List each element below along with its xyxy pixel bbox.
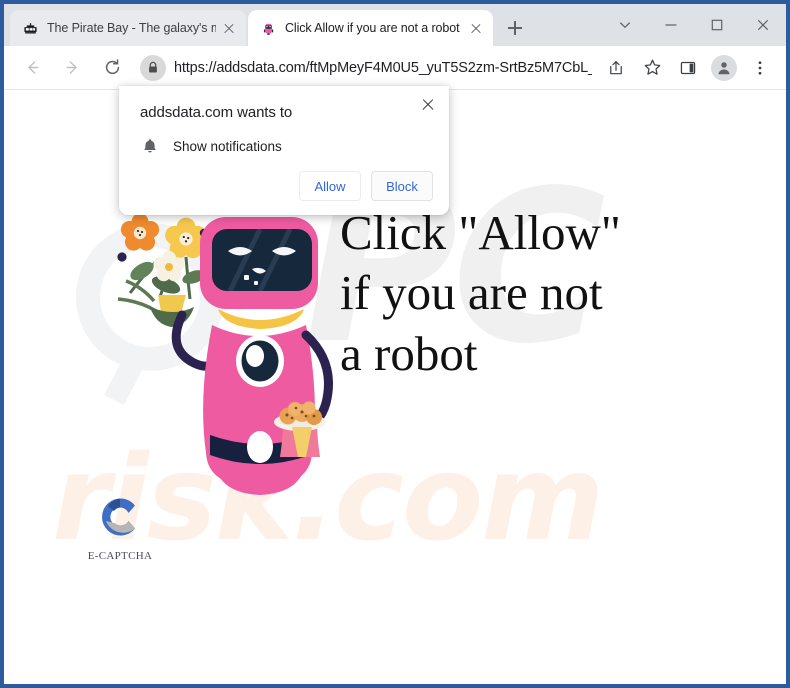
side-panel-icon[interactable] bbox=[673, 53, 703, 83]
url-text[interactable]: https://addsdata.com/ftMpMeyF4M0U5_yuT5S… bbox=[174, 60, 592, 76]
pink-robot-icon bbox=[260, 20, 276, 36]
bell-icon bbox=[141, 137, 159, 155]
captcha-logo: E-CAPTCHA bbox=[84, 491, 156, 562]
dialog-close-icon[interactable] bbox=[417, 94, 439, 116]
star-icon[interactable] bbox=[637, 53, 667, 83]
permission-label: Show notifications bbox=[173, 138, 282, 154]
tab-close-icon[interactable] bbox=[467, 19, 485, 37]
dialog-actions: Allow Block bbox=[299, 171, 433, 201]
tab-pirate-bay[interactable]: The Pirate Bay - The galaxy's mo bbox=[10, 10, 246, 46]
minimize-icon[interactable] bbox=[648, 4, 694, 46]
permission-row: Show notifications bbox=[141, 137, 282, 155]
captcha-c-logo-icon bbox=[102, 498, 135, 536]
block-button[interactable]: Block bbox=[371, 171, 433, 201]
three-dot-menu-icon[interactable] bbox=[745, 53, 775, 83]
browser-toolbar: https://addsdata.com/ftMpMeyF4M0U5_yuT5S… bbox=[4, 46, 786, 90]
headline-line-2: if you are not bbox=[340, 265, 603, 321]
notification-permission-dialog: addsdata.com wants to Show notifications… bbox=[119, 86, 449, 215]
page-title: Click "Allow" if you are not a robot bbox=[340, 203, 740, 384]
close-icon[interactable] bbox=[740, 4, 786, 46]
share-icon[interactable] bbox=[601, 53, 631, 83]
browser-window: The Pirate Bay - The galaxy's mo Click A… bbox=[0, 0, 790, 688]
pink-robot-with-flowers-illustration bbox=[62, 199, 352, 529]
profile-avatar-icon[interactable] bbox=[711, 54, 737, 81]
tab-click-allow-robot[interactable]: Click Allow if you are not a robot bbox=[248, 10, 493, 46]
captcha-logo-label: E-CAPTCHA bbox=[87, 550, 153, 562]
dialog-title: addsdata.com wants to bbox=[140, 104, 293, 121]
pirate-ship-icon bbox=[22, 20, 38, 36]
window-controls bbox=[602, 4, 786, 46]
tab-title: The Pirate Bay - The galaxy's mo bbox=[47, 21, 216, 35]
headline-line-3: a robot bbox=[340, 325, 478, 381]
tab-search-chevron-down-icon[interactable] bbox=[602, 4, 648, 46]
tab-title: Click Allow if you are not a robot bbox=[285, 21, 460, 35]
tab-close-icon[interactable] bbox=[220, 19, 238, 37]
reload-icon[interactable] bbox=[97, 53, 127, 83]
back-arrow-icon[interactable] bbox=[17, 53, 47, 83]
allow-button[interactable]: Allow bbox=[299, 171, 361, 201]
forward-arrow-icon[interactable] bbox=[57, 53, 87, 83]
lock-icon[interactable] bbox=[140, 54, 166, 81]
new-tab-button[interactable] bbox=[501, 14, 529, 42]
address-bar[interactable]: https://addsdata.com/ftMpMeyF4M0U5_yuT5S… bbox=[140, 53, 592, 83]
maximize-icon[interactable] bbox=[694, 4, 740, 46]
